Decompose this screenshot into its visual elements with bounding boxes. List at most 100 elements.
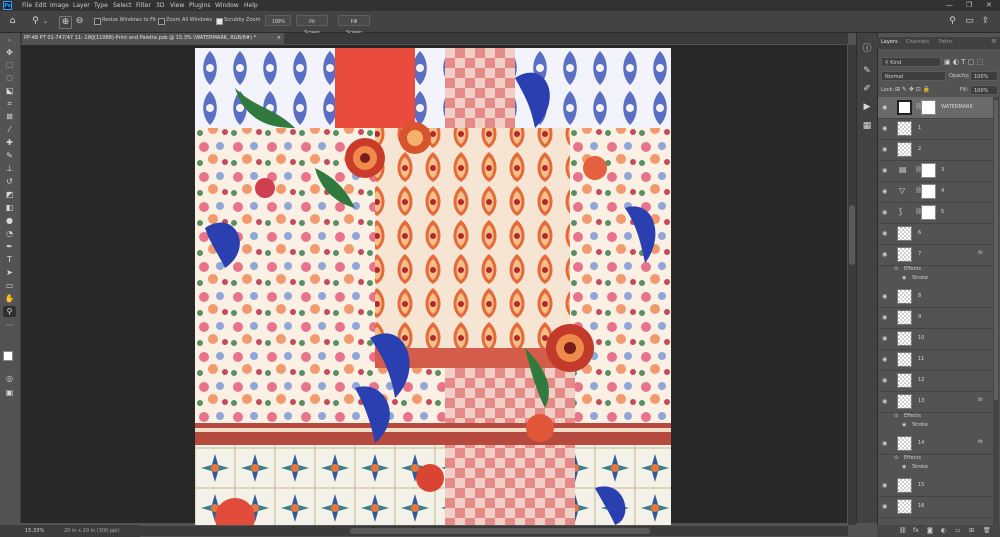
pen-tool-icon[interactable]: ✒ bbox=[3, 241, 16, 252]
fill-screen-button[interactable]: Fill Screen bbox=[338, 15, 370, 36]
new-layer-icon[interactable]: ⊞ bbox=[969, 527, 974, 534]
menu-select[interactable]: Select bbox=[113, 2, 132, 9]
scrubby-zoom-checkbox[interactable] bbox=[216, 18, 223, 25]
curves-icon[interactable]: ⟆ bbox=[899, 207, 902, 216]
layer-thumbnail[interactable] bbox=[897, 226, 912, 241]
effect-visibility-icon[interactable]: ⊙ bbox=[894, 413, 898, 419]
rectangle-tool-icon[interactable]: ▭ bbox=[3, 280, 16, 291]
more-tools-icon[interactable]: ··· bbox=[3, 320, 16, 331]
brush-tool-icon[interactable]: ✎ bbox=[3, 150, 16, 161]
menu-filter[interactable]: Filter bbox=[136, 2, 151, 9]
layer-name[interactable]: 3 bbox=[941, 167, 944, 173]
healing-brush-tool-icon[interactable]: ✚ bbox=[3, 137, 16, 148]
effects-row[interactable]: ⊙ Effects bbox=[878, 412, 993, 421]
menu-help[interactable]: Help bbox=[244, 2, 258, 9]
workspace-icon[interactable]: ▭ bbox=[964, 16, 975, 27]
new-group-icon[interactable]: ▭ bbox=[955, 527, 961, 534]
layer-mask-thumbnail[interactable] bbox=[921, 205, 936, 220]
blur-tool-icon[interactable]: ● bbox=[3, 215, 16, 226]
effect-visibility-icon[interactable]: ◉ bbox=[902, 275, 906, 281]
effect-visibility-icon[interactable]: ◉ bbox=[902, 422, 906, 428]
adjustment-layer-icon[interactable]: ◐ bbox=[941, 527, 946, 534]
blend-mode-select[interactable]: Normal bbox=[881, 71, 946, 81]
gradient-tool-icon[interactable]: ◧ bbox=[3, 202, 16, 213]
kind-filter-select[interactable]: ⚲ Kind bbox=[881, 57, 941, 67]
opacity-field[interactable]: 100% bbox=[970, 71, 998, 81]
layers-scrollbar-thumb[interactable] bbox=[994, 100, 998, 400]
layer-thumbnail[interactable] bbox=[897, 394, 912, 409]
link-layers-icon[interactable]: ⛓ bbox=[899, 527, 907, 534]
layer-thumbnail[interactable] bbox=[897, 478, 912, 493]
layer-mask-thumbnail[interactable] bbox=[921, 184, 936, 199]
layer-thumbnail[interactable] bbox=[897, 499, 912, 514]
layer-thumbnail[interactable] bbox=[897, 142, 912, 157]
screen-mode-icon[interactable]: ▣ bbox=[3, 387, 16, 398]
tab-paths[interactable]: Paths bbox=[939, 39, 953, 45]
history-brush-tool-icon[interactable]: ↺ bbox=[3, 176, 16, 187]
marquee-tool-icon[interactable]: ⬚ bbox=[3, 59, 16, 70]
layer-row[interactable]: ◉ 2 bbox=[878, 139, 993, 161]
layer-name[interactable]: 15 bbox=[918, 482, 924, 488]
lock-icons[interactable]: ⊞ ✎ ✥ ⊡ 🔒 bbox=[895, 86, 930, 93]
layer-thumbnail[interactable] bbox=[897, 247, 912, 262]
layer-name[interactable]: 12 bbox=[918, 377, 924, 383]
info-icon[interactable]: ⓘ bbox=[861, 43, 873, 55]
restore-icon[interactable]: ❐ bbox=[966, 1, 972, 9]
layer-row[interactable]: ◉ 1 bbox=[878, 118, 993, 140]
layer-name[interactable]: WATERMARK bbox=[941, 104, 973, 110]
lasso-tool-icon[interactable]: ◌ bbox=[3, 72, 16, 83]
status-doc-size[interactable]: 20 in x 20 in (300 ppi) bbox=[64, 528, 120, 534]
move-tool-icon[interactable]: ✥ bbox=[3, 47, 16, 58]
layer-name[interactable]: 2 bbox=[918, 146, 921, 152]
visibility-eye-icon[interactable]: ◉ bbox=[882, 314, 887, 321]
layer-thumbnail[interactable] bbox=[897, 310, 912, 325]
frame-tool-icon[interactable]: ⊠ bbox=[3, 111, 16, 122]
menu-image[interactable]: Image bbox=[50, 2, 69, 9]
delete-layer-icon[interactable]: 🗑 bbox=[983, 527, 991, 534]
visibility-eye-icon[interactable]: ◉ bbox=[882, 188, 887, 195]
fit-screen-button[interactable]: Fit Screen bbox=[296, 15, 328, 36]
visibility-eye-icon[interactable]: ◉ bbox=[882, 482, 887, 489]
tab-close-icon[interactable]: × bbox=[277, 33, 281, 44]
visibility-eye-icon[interactable]: ◉ bbox=[882, 125, 887, 132]
menu-plugins[interactable]: Plugins bbox=[189, 2, 211, 9]
search-icon[interactable]: ⚲ bbox=[947, 16, 958, 27]
layer-effects-badge[interactable]: fx bbox=[978, 397, 983, 403]
effect-visibility-icon[interactable]: ⊙ bbox=[894, 266, 898, 272]
layer-row[interactable]: ◉ 16 bbox=[878, 496, 993, 518]
zoom-out-icon[interactable]: ⊖ bbox=[74, 16, 85, 27]
minimize-icon[interactable]: — bbox=[946, 1, 953, 9]
zoom-all-windows-checkbox[interactable] bbox=[158, 18, 165, 25]
layer-row[interactable]: ◉ 14 fx bbox=[878, 433, 993, 455]
layer-thumbnail[interactable] bbox=[897, 373, 912, 388]
layer-name[interactable]: 16 bbox=[918, 503, 924, 509]
visibility-eye-icon[interactable]: ◉ bbox=[882, 167, 887, 174]
visibility-eye-icon[interactable]: ◉ bbox=[882, 293, 887, 300]
layer-thumbnail[interactable] bbox=[897, 352, 912, 367]
visibility-eye-icon[interactable]: ◉ bbox=[882, 230, 887, 237]
layer-name[interactable]: 7 bbox=[918, 251, 921, 257]
home-icon[interactable]: ⌂ bbox=[7, 16, 18, 27]
tab-channels[interactable]: Channels bbox=[906, 39, 929, 45]
path-selection-tool-icon[interactable]: ➤ bbox=[3, 267, 16, 278]
layer-row[interactable]: ◉ ⟆ ⛓ 5 bbox=[878, 202, 993, 224]
close-icon[interactable]: ✕ bbox=[986, 1, 992, 9]
brush-presets-icon[interactable]: ✐ bbox=[861, 83, 873, 95]
hand-tool-icon[interactable]: ✋ bbox=[3, 293, 16, 304]
menu-type[interactable]: Type bbox=[94, 2, 108, 9]
layer-row[interactable]: ◉ 13 fx bbox=[878, 391, 993, 413]
stroke-effect-row[interactable]: ◉ Stroke bbox=[878, 274, 993, 283]
layer-name[interactable]: 10 bbox=[918, 335, 924, 341]
layer-row[interactable]: ◉ 12 bbox=[878, 370, 993, 392]
layer-row[interactable]: ◉ 11 bbox=[878, 349, 993, 371]
object-selection-tool-icon[interactable]: ⬕ bbox=[3, 85, 16, 96]
type-tool-icon[interactable]: T bbox=[3, 254, 16, 265]
layer-thumbnail[interactable] bbox=[897, 436, 912, 451]
layer-row[interactable]: ◉ 6 bbox=[878, 223, 993, 245]
visibility-eye-icon[interactable]: ◉ bbox=[882, 104, 887, 111]
quick-mask-icon[interactable]: ◎ bbox=[3, 373, 16, 384]
share-icon[interactable]: ⇪ bbox=[980, 16, 991, 27]
add-style-icon[interactable]: fx bbox=[913, 527, 919, 534]
clone-stamp-tool-icon[interactable]: ⊥ bbox=[3, 163, 16, 174]
chevron-down-icon[interactable]: ⌄ bbox=[40, 16, 51, 27]
